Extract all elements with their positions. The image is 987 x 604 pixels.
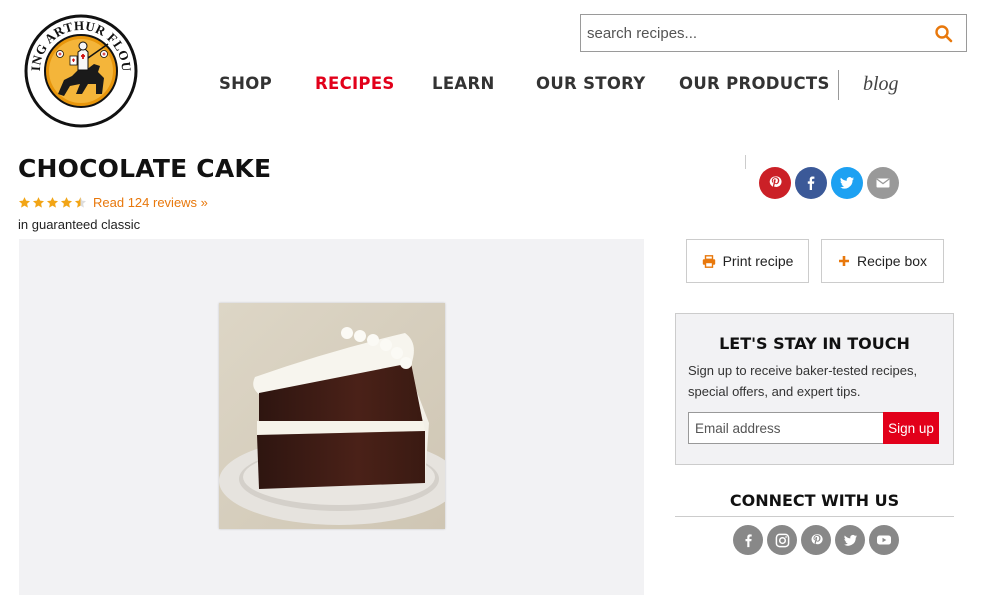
connect-divider bbox=[675, 516, 954, 517]
email-icon[interactable] bbox=[867, 167, 899, 199]
youtube-icon[interactable] bbox=[869, 525, 899, 555]
nav-learn[interactable]: LEARN bbox=[432, 74, 495, 93]
nav-divider bbox=[838, 70, 839, 100]
facebook-icon[interactable] bbox=[795, 167, 827, 199]
social-links bbox=[733, 525, 899, 555]
star-icon bbox=[18, 196, 31, 208]
read-reviews-link[interactable]: Read 124 reviews » bbox=[93, 195, 208, 210]
nav-our-products[interactable]: OUR PRODUCTS bbox=[679, 74, 830, 93]
email-field[interactable] bbox=[688, 412, 883, 444]
nav-our-story[interactable]: OUR STORY bbox=[536, 74, 646, 93]
search-input[interactable] bbox=[581, 15, 921, 51]
plus-icon bbox=[838, 256, 849, 266]
print-recipe-label: Print recipe bbox=[722, 253, 794, 269]
print-recipe-button[interactable]: Print recipe bbox=[686, 239, 809, 283]
recipe-box-label: Recipe box bbox=[856, 253, 928, 269]
recipe-title: CHOCOLATE CAKE bbox=[18, 154, 272, 183]
nav-recipes[interactable]: RECIPES bbox=[315, 74, 395, 93]
twitter-icon[interactable] bbox=[835, 525, 865, 555]
connect-title: CONNECT WITH US bbox=[729, 491, 900, 510]
half-star-icon bbox=[74, 196, 87, 208]
search-icon[interactable] bbox=[934, 24, 954, 44]
newsletter-signup: LET'S STAY IN TOUCH Sign up to receive b… bbox=[675, 313, 954, 465]
pinterest-icon[interactable] bbox=[759, 167, 791, 199]
main-nav: SHOP RECIPES LEARN OUR STORY OUR PRODUCT… bbox=[0, 70, 987, 100]
newsletter-title: LET'S STAY IN TOUCH bbox=[719, 334, 910, 353]
star-rating bbox=[18, 196, 87, 209]
recipe-image-panel bbox=[19, 239, 644, 595]
star-icon bbox=[60, 196, 73, 208]
share-icons bbox=[759, 167, 899, 199]
star-icon bbox=[46, 196, 59, 208]
star-icon bbox=[32, 196, 45, 208]
nav-shop[interactable]: SHOP bbox=[219, 74, 272, 93]
king-arthur-flour-logo[interactable]: KING ARTHUR FLOUR bbox=[19, 2, 138, 128]
chocolate-cake-photo bbox=[219, 303, 445, 529]
nav-blog[interactable]: blog bbox=[863, 73, 899, 96]
instagram-icon[interactable] bbox=[767, 525, 797, 555]
facebook-icon[interactable] bbox=[733, 525, 763, 555]
search-box bbox=[580, 14, 967, 52]
pinterest-icon[interactable] bbox=[801, 525, 831, 555]
share-divider bbox=[745, 155, 746, 169]
recipe-box-button[interactable]: Recipe box bbox=[821, 239, 944, 283]
recipe-category: in guaranteed classic bbox=[18, 217, 141, 232]
rating-row: Read 124 reviews » bbox=[18, 194, 208, 210]
twitter-icon[interactable] bbox=[831, 167, 863, 199]
printer-icon bbox=[702, 254, 715, 268]
sign-up-button[interactable]: Sign up bbox=[883, 412, 939, 444]
newsletter-description: Sign up to receive baker-tested recipes,… bbox=[688, 363, 918, 399]
